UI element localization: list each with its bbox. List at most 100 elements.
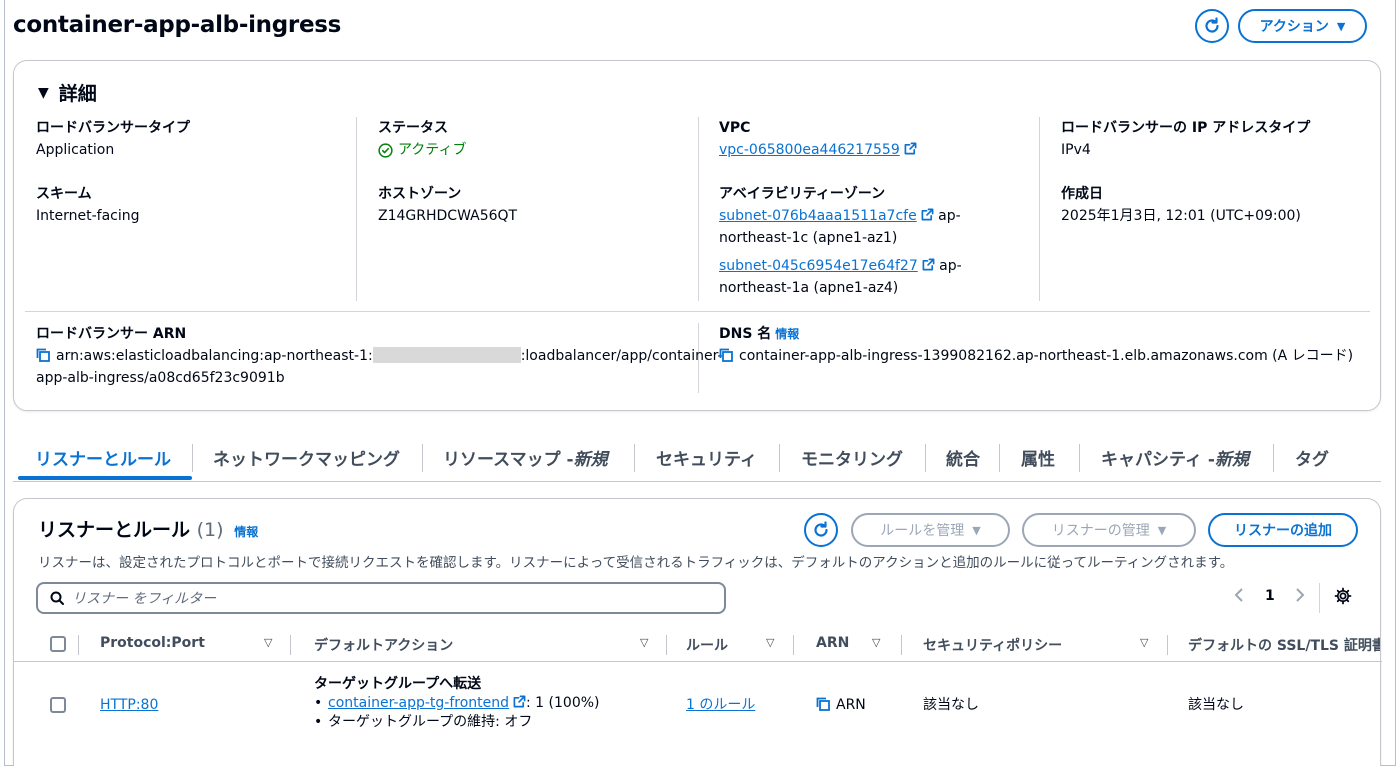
actions-dropdown-button[interactable]: アクション ▼ <box>1238 9 1367 43</box>
sort-icon[interactable]: ▽ <box>872 636 880 649</box>
listeners-refresh-button[interactable] <box>804 513 838 547</box>
dns-info-link[interactable]: 情報 <box>775 327 799 341</box>
settings-button[interactable] <box>1334 587 1352 609</box>
vpc-link[interactable]: vpc-065800ea446217559 <box>719 142 900 158</box>
filter-placeholder: リスナー をフィルター <box>72 591 217 607</box>
tab-divider <box>779 444 780 472</box>
tab-new-badge: 新規 <box>1214 449 1249 470</box>
listeners-panel: リスナーとルール (1) 情報 ルールを管理 ▼ リスナーの管理 ▼ リスナーの追加… <box>13 498 1382 766</box>
target-group-weight: : 1 (100%) <box>526 695 600 711</box>
column-header-rules[interactable]: ルール <box>686 635 728 655</box>
tab-network-mapping[interactable]: ネットワークマッピング <box>213 434 400 480</box>
next-page-button[interactable] <box>1295 588 1305 606</box>
select-all-checkbox[interactable] <box>50 636 66 652</box>
table-header: Protocol:Port ▽ デフォルトアクション ▽ ルール ▽ ARN ▽… <box>14 628 1382 662</box>
copy-icon[interactable] <box>719 348 733 362</box>
column-header-protocol-port[interactable]: Protocol:Port <box>100 635 205 651</box>
bullet: • <box>314 714 323 730</box>
row-checkbox[interactable] <box>50 697 66 713</box>
subnet-zone-prefix: ap- <box>934 258 962 274</box>
tab-new-badge: 新規 <box>573 449 608 470</box>
status-text: アクティブ <box>398 142 467 158</box>
stickiness-status: ターゲットグループの維持: オフ <box>328 714 533 730</box>
add-listener-button[interactable]: リスナーの追加 <box>1208 513 1358 547</box>
sort-icon[interactable]: ▽ <box>766 636 774 649</box>
manage-rules-button[interactable]: ルールを管理 ▼ <box>851 513 1010 547</box>
page-number[interactable]: 1 <box>1265 588 1275 604</box>
column-header-ssl-cert[interactable]: デフォルトの SSL/TLS 証明書 <box>1188 635 1380 655</box>
copy-icon <box>816 697 830 711</box>
external-link-icon <box>904 142 917 155</box>
external-link-icon <box>513 695 526 708</box>
tab-label: キャパシティ - <box>1101 449 1215 470</box>
tab-divider <box>422 444 423 472</box>
tab-label: ネットワークマッピング <box>213 449 400 470</box>
tab-monitoring[interactable]: モニタリング <box>801 434 903 480</box>
subnet-link[interactable]: subnet-045c6954e17e64f27 <box>719 258 918 274</box>
created-field: 作成日 2025年1月3日, 12:01 (UTC+09:00) <box>1061 183 1301 227</box>
tab-divider <box>192 444 193 472</box>
default-action-cell: ターゲットグループへ転送 • container-app-tg-frontend:… <box>314 675 600 732</box>
page-title: container-app-alb-ingress <box>13 12 342 38</box>
column-divider <box>1167 635 1168 655</box>
actions-label: アクション <box>1259 19 1329 35</box>
column-divider <box>78 635 79 655</box>
listeners-title: リスナーとルール (1) 情報 <box>38 515 258 542</box>
redacted-account-id <box>372 347 521 363</box>
tab-capacity[interactable]: キャパシティ - 新規 <box>1101 434 1249 480</box>
listeners-info-link[interactable]: 情報 <box>234 525 258 539</box>
tab-resource-map[interactable]: リソースマップ - 新規 <box>443 434 608 480</box>
dns-field: DNS 名情報 container-app-alb-ingress-139908… <box>719 323 1353 367</box>
arn-text-3: app-alb-ingress/a08cd65f23c9091b <box>36 370 285 386</box>
target-group-link[interactable]: container-app-tg-frontend <box>328 695 509 711</box>
ip-type-label: ロードバランサーの IP アドレスタイプ <box>1061 120 1311 136</box>
sort-icon[interactable]: ▽ <box>1140 636 1148 649</box>
bullet: • <box>314 695 323 711</box>
details-panel: ▼ 詳細 ロードバランサータイプ Application スキーム Intern… <box>13 60 1381 411</box>
column-header-default-action[interactable]: デフォルトアクション <box>314 635 453 655</box>
arn-copy-label: ARN <box>836 697 866 713</box>
tab-tags[interactable]: タグ <box>1295 434 1329 480</box>
ssl-cert-value: 該当なし <box>1188 697 1244 713</box>
column-header-arn[interactable]: ARN <box>816 635 849 651</box>
divider <box>25 311 1370 312</box>
tab-label: 属性 <box>1021 449 1055 470</box>
arn-cell[interactable]: ARN <box>816 696 866 715</box>
caret-down-icon: ▼ <box>972 523 981 537</box>
tab-listeners-rules[interactable]: リスナーとルール <box>35 434 171 480</box>
tab-label: 統合 <box>946 449 980 470</box>
created-label: 作成日 <box>1061 186 1103 202</box>
scheme-field: スキーム Internet-facing <box>36 183 140 227</box>
az-field: アベイラビリティーゾーン subnet-076b4aaa1511a7cfe ap… <box>719 183 962 299</box>
subnet-link[interactable]: subnet-076b4aaa1511a7cfe <box>719 208 917 224</box>
rules-link[interactable]: 1 のルール <box>686 696 755 715</box>
check-circle-icon <box>378 142 393 158</box>
subnet-zone-prefix: ap- <box>933 208 961 224</box>
hosted-zone-label: ホストゾーン <box>378 186 462 202</box>
manage-listener-button[interactable]: リスナーの管理 ▼ <box>1022 513 1196 547</box>
sort-icon[interactable]: ▽ <box>640 636 648 649</box>
details-toggle[interactable]: ▼ 詳細 <box>38 79 97 106</box>
tab-attributes[interactable]: 属性 <box>1021 434 1055 480</box>
dns-value: container-app-alb-ingress-1399082162.ap-… <box>739 348 1354 364</box>
status-value: アクティブ <box>378 139 466 161</box>
refresh-button[interactable] <box>1195 9 1229 43</box>
column-header-security-policy[interactable]: セキュリティポリシー <box>923 635 1062 655</box>
protocol-port-link[interactable]: HTTP:80 <box>100 696 158 715</box>
listener-filter-input[interactable]: リスナー をフィルター <box>36 582 726 614</box>
column-divider <box>793 635 794 655</box>
tab-security[interactable]: セキュリティ <box>656 434 757 480</box>
details-heading: 詳細 <box>58 83 97 105</box>
tab-label: セキュリティ <box>656 449 757 470</box>
subnet-zone: northeast-1a (apne1-az4) <box>719 280 899 296</box>
sort-icon[interactable]: ▽ <box>264 636 272 649</box>
prev-page-button[interactable] <box>1234 588 1244 606</box>
column-divider <box>290 635 291 655</box>
subnet-zone: northeast-1c (apne1-az1) <box>719 230 898 246</box>
tab-integrations[interactable]: 統合 <box>946 434 980 480</box>
divider <box>1039 117 1040 301</box>
copy-icon[interactable] <box>36 348 50 362</box>
tab-divider <box>925 444 926 472</box>
arn-text-2: :loadbalancer/app/container- <box>520 348 723 364</box>
vpc-label: VPC <box>719 120 751 136</box>
